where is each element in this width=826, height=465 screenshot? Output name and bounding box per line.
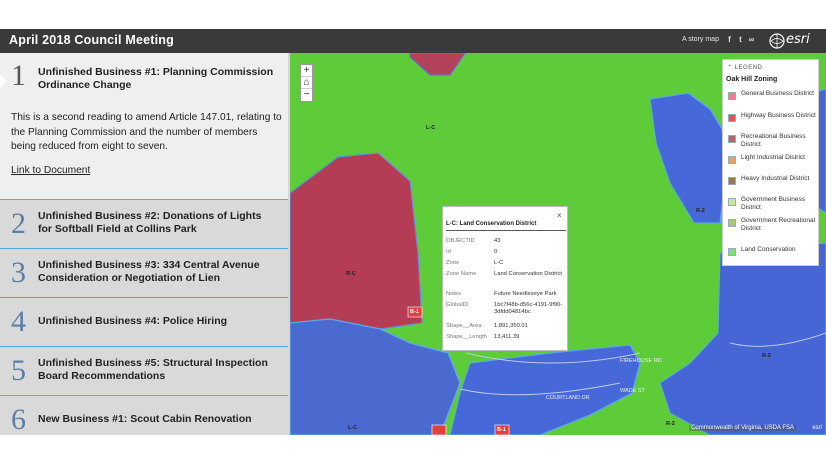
popup-key: Id bbox=[446, 249, 451, 255]
legend-swatch bbox=[728, 135, 736, 143]
popup-title: L-C: Land Conservation District bbox=[446, 221, 537, 227]
legend-swatch bbox=[728, 248, 736, 256]
item-title: New Business #1: Scout Cabin Renovation bbox=[38, 413, 252, 425]
map-label-r2: R-2 bbox=[696, 208, 705, 214]
legend-swatch bbox=[728, 92, 736, 100]
zoom-controls: + ⌂ − bbox=[300, 64, 313, 102]
divider bbox=[446, 230, 566, 231]
legend-header-label: LEGEND bbox=[734, 65, 763, 71]
legend-label: Government Business District bbox=[741, 196, 805, 211]
item-number: 6 bbox=[11, 403, 26, 435]
map-label-lc: L-C bbox=[348, 425, 358, 431]
legend-label: Highway Business District bbox=[741, 112, 816, 119]
item-title: Unfinished Business #2: Donations of Lig… bbox=[38, 210, 262, 235]
item-title: Unfinished Business #3: 334 Central Aven… bbox=[38, 259, 260, 284]
sidebar-item-2[interactable]: 2 Unfinished Business #2: Donations of L… bbox=[0, 200, 288, 248]
popup-value: 43 bbox=[494, 238, 501, 244]
legend-label: Land Conservation bbox=[741, 246, 796, 253]
document-link[interactable]: Link to Document bbox=[11, 165, 90, 176]
sidebar-item-1[interactable]: 1 Unfinished Business #1: Planning Commi… bbox=[0, 53, 288, 199]
facebook-icon[interactable]: f bbox=[725, 35, 734, 44]
popup-key: OBJECTID bbox=[446, 238, 475, 244]
popup-key: GlobalID bbox=[446, 302, 469, 308]
item-number: 3 bbox=[11, 256, 26, 289]
legend-swatch bbox=[728, 156, 736, 164]
sidebar-item-4[interactable]: 4 Unfinished Business #4: Police Hiring bbox=[0, 298, 288, 346]
zoning-map[interactable]: L-C L-C R-C R-2 R-2 R-2 B-1 B-1 FIREHOUS… bbox=[290, 53, 826, 435]
popup-key: Zone bbox=[446, 260, 460, 266]
esri-brand: esri bbox=[786, 32, 810, 47]
map-label-rc: R-C bbox=[346, 271, 356, 277]
sidebar-item-5[interactable]: 5 Unfinished Business #5: Structural Ins… bbox=[0, 347, 288, 395]
map-label-r2: R-2 bbox=[666, 421, 675, 427]
map-label-b1: B-1 bbox=[410, 309, 419, 315]
popup-value: 1bc7f48b-d56c-4191-9f90-3dfdd04814bc bbox=[494, 302, 563, 315]
page-title: April 2018 Council Meeting bbox=[9, 33, 174, 47]
popup-value: Future Needleseye Park bbox=[494, 291, 557, 297]
legend-label: General Business District bbox=[741, 90, 814, 97]
street-label: COURTLAND DR bbox=[546, 395, 590, 401]
item-title: Unfinished Business #4: Police Hiring bbox=[38, 315, 228, 327]
feature-popup: × L-C: Land Conservation District OBJECT… bbox=[442, 206, 568, 351]
item-number: 2 bbox=[11, 207, 26, 240]
map-label-lc: L-C bbox=[426, 125, 436, 131]
page-footer-space bbox=[0, 435, 826, 465]
popup-key: Notes bbox=[446, 291, 462, 297]
popup-value: L-C bbox=[494, 260, 504, 266]
street-label: FIREHOUSE RD bbox=[620, 358, 662, 364]
item-description: This is a second reading to amend Articl… bbox=[11, 112, 282, 152]
app-header: April 2018 Council Meeting A story map f… bbox=[0, 29, 826, 53]
twitter-icon[interactable]: t bbox=[736, 35, 745, 44]
legend-label: Light Industrial District bbox=[741, 154, 805, 161]
zoom-in-button[interactable]: + bbox=[301, 65, 312, 77]
popup-value: Land Conservation District bbox=[494, 271, 562, 277]
item-number: 5 bbox=[11, 354, 26, 387]
map-label-r2: R-2 bbox=[762, 353, 771, 359]
popup-key: Shape__Area bbox=[446, 323, 482, 329]
item-number: 1 bbox=[11, 59, 26, 92]
map-attribution: Commonwealth of Virginia, USDA FSA bbox=[689, 425, 796, 431]
sidebar-item-3[interactable]: 3 Unfinished Business #3: 334 Central Av… bbox=[0, 249, 288, 297]
popup-key: Shape__Length bbox=[446, 334, 487, 340]
powered-by-esri: esri bbox=[812, 425, 822, 431]
story-map-frame: April 2018 Council Meeting A story map f… bbox=[0, 29, 826, 435]
popup-value: 0 bbox=[494, 249, 498, 255]
legend-swatch bbox=[728, 219, 736, 227]
legend-title: Oak Hill Zoning bbox=[726, 76, 778, 83]
popup-value: 13,411.39 bbox=[494, 334, 520, 340]
sidebar-item-6[interactable]: 6 New Business #1: Scout Cabin Renovatio… bbox=[0, 396, 288, 435]
link-icon[interactable]: ∞ bbox=[747, 35, 756, 44]
legend-swatch bbox=[728, 198, 736, 206]
legend-label: Recreational Business District bbox=[741, 133, 806, 148]
chevron-up-icon: ⌃ bbox=[727, 65, 735, 71]
legend-header[interactable]: ⌃ LEGEND bbox=[727, 64, 762, 71]
item-title: Unfinished Business #1: Planning Commiss… bbox=[38, 66, 274, 91]
sidebar: 1 Unfinished Business #1: Planning Commi… bbox=[0, 53, 288, 435]
item-number: 4 bbox=[11, 305, 26, 338]
map-label-b1: B-1 bbox=[497, 427, 506, 433]
active-pointer bbox=[0, 74, 7, 88]
item-title: Unfinished Business #5: Structural Inspe… bbox=[38, 357, 268, 382]
story-map-label: A story map bbox=[682, 36, 719, 43]
popup-key: Zone Name bbox=[446, 271, 477, 277]
street-label: WADE ST bbox=[620, 388, 645, 394]
legend-label: Heavy Industrial District bbox=[741, 175, 810, 182]
legend-label: Government Recreational District bbox=[741, 217, 816, 232]
legend-swatch bbox=[728, 177, 736, 185]
home-button[interactable]: ⌂ bbox=[301, 77, 312, 89]
zoom-out-button[interactable]: − bbox=[301, 89, 312, 101]
map-legend: ⌃ LEGEND Oak Hill Zoning General Busines… bbox=[722, 59, 819, 266]
popup-value: 1,891,350.01 bbox=[494, 323, 528, 329]
close-icon[interactable]: × bbox=[557, 211, 562, 220]
legend-swatch bbox=[728, 114, 736, 122]
